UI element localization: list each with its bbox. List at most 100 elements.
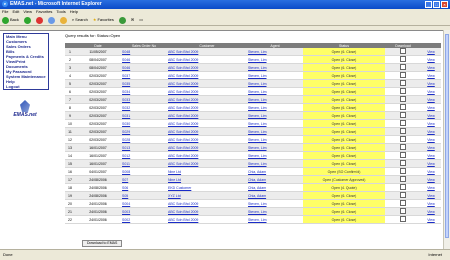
sales-order-link[interactable]: S035 <box>122 82 130 86</box>
customer-link[interactable]: ABC Sdn Bhd 2009 <box>168 154 198 158</box>
sales-order-link[interactable]: S046 <box>122 66 130 70</box>
download-checkbox[interactable] <box>400 144 406 150</box>
view-link[interactable]: View <box>427 90 435 94</box>
sales-order-link[interactable]: S033 <box>122 98 130 102</box>
view-link[interactable]: View <box>427 106 435 110</box>
download-checkbox[interactable] <box>400 184 406 190</box>
view-link[interactable]: View <box>427 194 435 198</box>
menu-edit[interactable]: Edit <box>12 9 19 14</box>
home-button[interactable] <box>59 16 67 24</box>
maximize-button[interactable]: □ <box>433 1 440 8</box>
sales-order-link[interactable]: S031 <box>122 114 130 118</box>
favorites-button[interactable]: ★ Favorites <box>93 15 114 25</box>
download-checkbox[interactable] <box>400 120 406 126</box>
agent-link[interactable]: Steven, Lim <box>248 162 266 166</box>
view-link[interactable]: View <box>427 146 435 150</box>
view-link[interactable]: View <box>427 58 435 62</box>
customer-link[interactable]: ABC Sdn Bhd 2009 <box>168 210 198 214</box>
sales-order-link[interactable]: S046 <box>122 58 130 62</box>
scrollbar-thumb[interactable] <box>445 34 449 238</box>
view-link[interactable]: View <box>427 82 435 86</box>
sales-order-link[interactable]: S037 <box>122 74 130 78</box>
customer-link[interactable]: ABC Sdn Bhd 2009 <box>168 90 198 94</box>
agent-link[interactable]: Steven, Lim <box>248 50 266 54</box>
download-checkbox[interactable] <box>400 96 406 102</box>
customer-link[interactable]: ABC Sdn Bhd 2009 <box>168 66 198 70</box>
sales-order-link[interactable]: S003 <box>122 210 130 214</box>
customer-link[interactable]: Nine Ltd <box>168 178 181 182</box>
download-checkbox[interactable] <box>400 88 406 94</box>
agent-link[interactable]: Steven, Lim <box>248 122 266 126</box>
download-button[interactable]: Download to EMAS <box>82 240 123 247</box>
view-link[interactable]: View <box>427 74 435 78</box>
view-link[interactable]: View <box>427 170 435 174</box>
forward-button[interactable] <box>23 16 31 24</box>
download-checkbox[interactable] <box>400 160 406 166</box>
download-checkbox[interactable] <box>400 176 406 182</box>
agent-link[interactable]: Steven, Lim <box>248 130 266 134</box>
agent-link[interactable]: Steven, Lim <box>248 74 266 78</box>
download-checkbox[interactable] <box>400 128 406 134</box>
mail-button[interactable]: ✉ <box>131 15 134 25</box>
customer-link[interactable]: ABC Sdn Bhd 2009 <box>168 130 198 134</box>
view-link[interactable]: View <box>427 138 435 142</box>
download-checkbox[interactable] <box>400 104 406 110</box>
agent-link[interactable]: Steven, Lim <box>248 202 266 206</box>
view-link[interactable]: View <box>427 218 435 222</box>
download-checkbox[interactable] <box>400 152 406 158</box>
agent-link[interactable]: Steven, Lim <box>248 154 266 158</box>
agent-link[interactable]: Steven, Lim <box>248 106 266 110</box>
agent-link[interactable]: Chia, Adam <box>248 186 266 190</box>
download-checkbox[interactable] <box>400 168 406 174</box>
agent-link[interactable]: Steven, Lim <box>248 218 266 222</box>
customer-link[interactable]: ABC Sdn Bhd 2009 <box>168 58 198 62</box>
sales-order-link[interactable]: S002 <box>122 218 130 222</box>
menu-help[interactable]: Help <box>70 9 78 14</box>
customer-link[interactable]: ABC Sdn Bhd 2009 <box>168 138 198 142</box>
menu-view[interactable]: View <box>23 9 32 14</box>
sales-order-link[interactable]: S004 <box>122 202 130 206</box>
close-button[interactable]: × <box>441 1 448 8</box>
view-link[interactable]: View <box>427 186 435 190</box>
download-checkbox[interactable] <box>400 200 406 206</box>
sales-order-link[interactable]: S008 <box>122 170 130 174</box>
view-link[interactable]: View <box>427 114 435 118</box>
sales-order-link[interactable]: S048 <box>122 50 130 54</box>
agent-link[interactable]: Chia, Adam <box>248 178 266 182</box>
view-link[interactable]: View <box>427 98 435 102</box>
agent-link[interactable]: Steven, Lim <box>248 90 266 94</box>
agent-link[interactable]: Steven, Lim <box>248 146 266 150</box>
download-checkbox[interactable] <box>400 216 406 222</box>
download-checkbox[interactable] <box>400 56 406 62</box>
customer-link[interactable]: ABC Sdn Bhd 2009 <box>168 202 198 206</box>
download-checkbox[interactable] <box>400 112 406 118</box>
view-link[interactable]: View <box>427 154 435 158</box>
print-button[interactable]: ▭ <box>139 15 143 25</box>
back-button[interactable]: Back <box>2 15 19 25</box>
download-checkbox[interactable] <box>400 192 406 198</box>
stop-button[interactable] <box>35 16 43 24</box>
agent-link[interactable]: Chia, Adam <box>248 170 266 174</box>
agent-link[interactable]: Steven, Lim <box>248 98 266 102</box>
customer-link[interactable]: ABC Sdn Bhd 2009 <box>168 98 198 102</box>
download-checkbox[interactable] <box>400 72 406 78</box>
sales-order-link[interactable]: S013 <box>122 146 130 150</box>
sales-order-link[interactable]: S030 <box>122 122 130 126</box>
sales-order-link[interactable]: S011 <box>122 162 130 166</box>
download-checkbox[interactable] <box>400 136 406 142</box>
view-link[interactable]: View <box>427 178 435 182</box>
sales-order-link[interactable]: S06 <box>122 186 128 190</box>
history-button[interactable] <box>118 16 126 24</box>
agent-link[interactable]: Steven, Lim <box>248 114 266 118</box>
agent-link[interactable]: Steven, Lim <box>248 210 266 214</box>
sales-order-link[interactable]: S034 <box>122 90 130 94</box>
customer-link[interactable]: ABC Sdn Bhd 2009 <box>168 218 198 222</box>
view-link[interactable]: View <box>427 66 435 70</box>
customer-link[interactable]: ABC Sdn Bhd 2009 <box>168 106 198 110</box>
customer-link[interactable]: ABC Sdn Bhd 2009 <box>168 50 198 54</box>
view-link[interactable]: View <box>427 50 435 54</box>
view-link[interactable]: View <box>427 122 435 126</box>
customer-link[interactable]: EKD Customer <box>168 186 191 190</box>
download-checkbox[interactable] <box>400 80 406 86</box>
agent-link[interactable]: Steven, Lim <box>248 82 266 86</box>
